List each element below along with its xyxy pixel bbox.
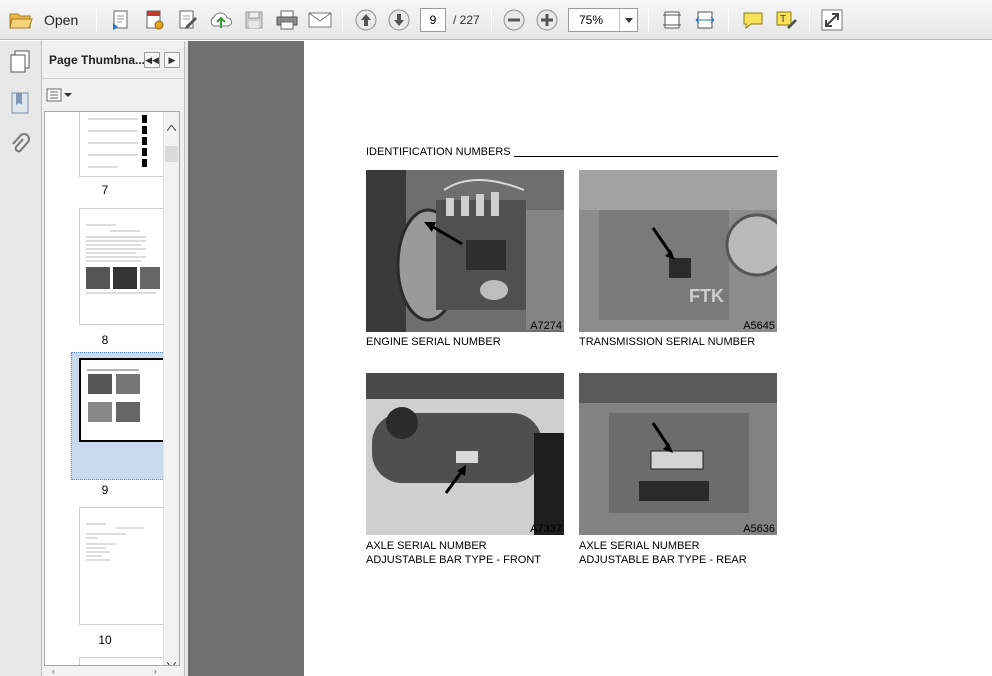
scroll-right-icon[interactable]: ›	[154, 667, 157, 676]
zoom-select[interactable]: 75%	[568, 8, 638, 32]
thumbnail-page-8[interactable]	[79, 208, 165, 325]
toolbar-divider	[809, 8, 810, 32]
thumbnail-label: 8	[101, 333, 109, 347]
thumbnail-page-9[interactable]	[79, 358, 165, 442]
chevron-down-icon[interactable]	[619, 9, 637, 31]
options-menu-button[interactable]	[46, 87, 74, 103]
thumbnail-list[interactable]: 7 8 9 10	[44, 111, 180, 666]
photo-code: A7274	[530, 320, 562, 332]
navigation-pane	[0, 41, 42, 676]
create-pdf-icon[interactable]	[108, 7, 134, 33]
svg-text:T: T	[780, 14, 786, 25]
settings-document-icon[interactable]	[142, 7, 168, 33]
photo-code: A5645	[743, 320, 775, 332]
thumbnail-page-10[interactable]	[79, 507, 165, 625]
thumbnail-label: 10	[98, 633, 112, 647]
document-page: IDENTIFICATION NUMBERS A7274 ENGINE SERI…	[304, 41, 992, 676]
page-number-input[interactable]: 9	[420, 8, 446, 32]
photo-code: A7337	[530, 523, 562, 535]
page-total-label: / 227	[453, 13, 480, 27]
toolbar-divider	[648, 8, 649, 32]
open-folder-icon[interactable]	[8, 7, 34, 33]
toolbar-divider	[728, 8, 729, 32]
expand-icon[interactable]	[819, 7, 845, 33]
collapse-panel-button[interactable]: ◀◀	[144, 52, 160, 68]
print-icon[interactable]	[274, 7, 300, 33]
photo-caption: AXLE SERIAL NUMBER ADJUSTABLE BAR TYPE -…	[579, 539, 747, 567]
rear-axle-photo: A5636	[579, 373, 777, 535]
caption-line: ENGINE SERIAL NUMBER	[366, 336, 501, 348]
scroll-up-icon[interactable]	[166, 118, 177, 136]
main-toolbar: Open 9 / 227 75% T	[0, 0, 992, 40]
svg-text:FTK: FTK	[689, 286, 724, 306]
caption-line: ADJUSTABLE BAR TYPE - REAR	[579, 554, 747, 566]
highlight-text-icon[interactable]: T	[773, 7, 799, 33]
email-icon[interactable]	[307, 7, 333, 33]
upload-cloud-icon[interactable]	[208, 7, 234, 33]
previous-page-icon[interactable]	[353, 7, 379, 33]
expand-panel-button[interactable]: ▶	[164, 52, 180, 68]
zoom-out-icon[interactable]	[501, 7, 527, 33]
thumbnail-scrollbar[interactable]	[163, 112, 179, 665]
heading-rule	[514, 156, 778, 157]
next-page-icon[interactable]	[386, 7, 412, 33]
zoom-in-icon[interactable]	[534, 7, 560, 33]
zoom-value: 75%	[579, 13, 604, 27]
comment-icon[interactable]	[740, 7, 766, 33]
fit-page-icon[interactable]	[659, 7, 685, 33]
fit-width-icon[interactable]	[692, 7, 718, 33]
thumbnail-page-7[interactable]	[79, 112, 165, 177]
photo-caption: AXLE SERIAL NUMBER ADJUSTABLE BAR TYPE -…	[366, 539, 541, 567]
photo-caption: TRANSMISSION SERIAL NUMBER	[579, 335, 755, 349]
open-button[interactable]: Open	[44, 12, 78, 28]
caption-line: AXLE SERIAL NUMBER	[579, 540, 700, 552]
scroll-down-icon[interactable]	[166, 655, 177, 665]
thumbnail-label: 9	[101, 483, 109, 497]
edit-document-icon[interactable]	[175, 7, 201, 33]
thumbnail-horizontal-scrollbar[interactable]: ‹ ›	[44, 666, 180, 676]
document-background	[188, 41, 304, 676]
thumbnail-page-11[interactable]	[79, 657, 165, 665]
toolbar-divider	[491, 8, 492, 32]
engine-photo: A7274	[366, 170, 564, 332]
panel-header: Page Thumbna... ◀◀ ▶	[42, 41, 184, 79]
thumbnail-label: 7	[101, 183, 109, 197]
photo-code: A5636	[743, 523, 775, 535]
toolbar-divider	[96, 8, 97, 32]
caption-line: ADJUSTABLE BAR TYPE - FRONT	[366, 554, 542, 566]
photo-caption: ENGINE SERIAL NUMBER	[366, 335, 501, 349]
bookmark-icon[interactable]	[10, 91, 30, 120]
scroll-thumb[interactable]	[165, 146, 178, 162]
caption-line: TRANSMISSION SERIAL NUMBER	[579, 336, 756, 348]
attachment-icon[interactable]	[10, 133, 30, 162]
scroll-left-icon[interactable]: ‹	[52, 667, 55, 676]
transmission-photo: FTK A5645	[579, 170, 789, 332]
save-icon[interactable]	[241, 7, 267, 33]
page-heading: IDENTIFICATION NUMBERS	[366, 146, 511, 158]
toolbar-divider	[342, 8, 343, 32]
panel-title: Page Thumbna...	[49, 53, 146, 67]
page-thumbnails-panel: Page Thumbna... ◀◀ ▶ 7 8 9 10 ‹ ›	[42, 41, 184, 676]
front-axle-photo: A7337	[366, 373, 564, 535]
caption-line: AXLE SERIAL NUMBER	[366, 540, 487, 552]
page-thumbnails-icon[interactable]	[8, 49, 32, 78]
